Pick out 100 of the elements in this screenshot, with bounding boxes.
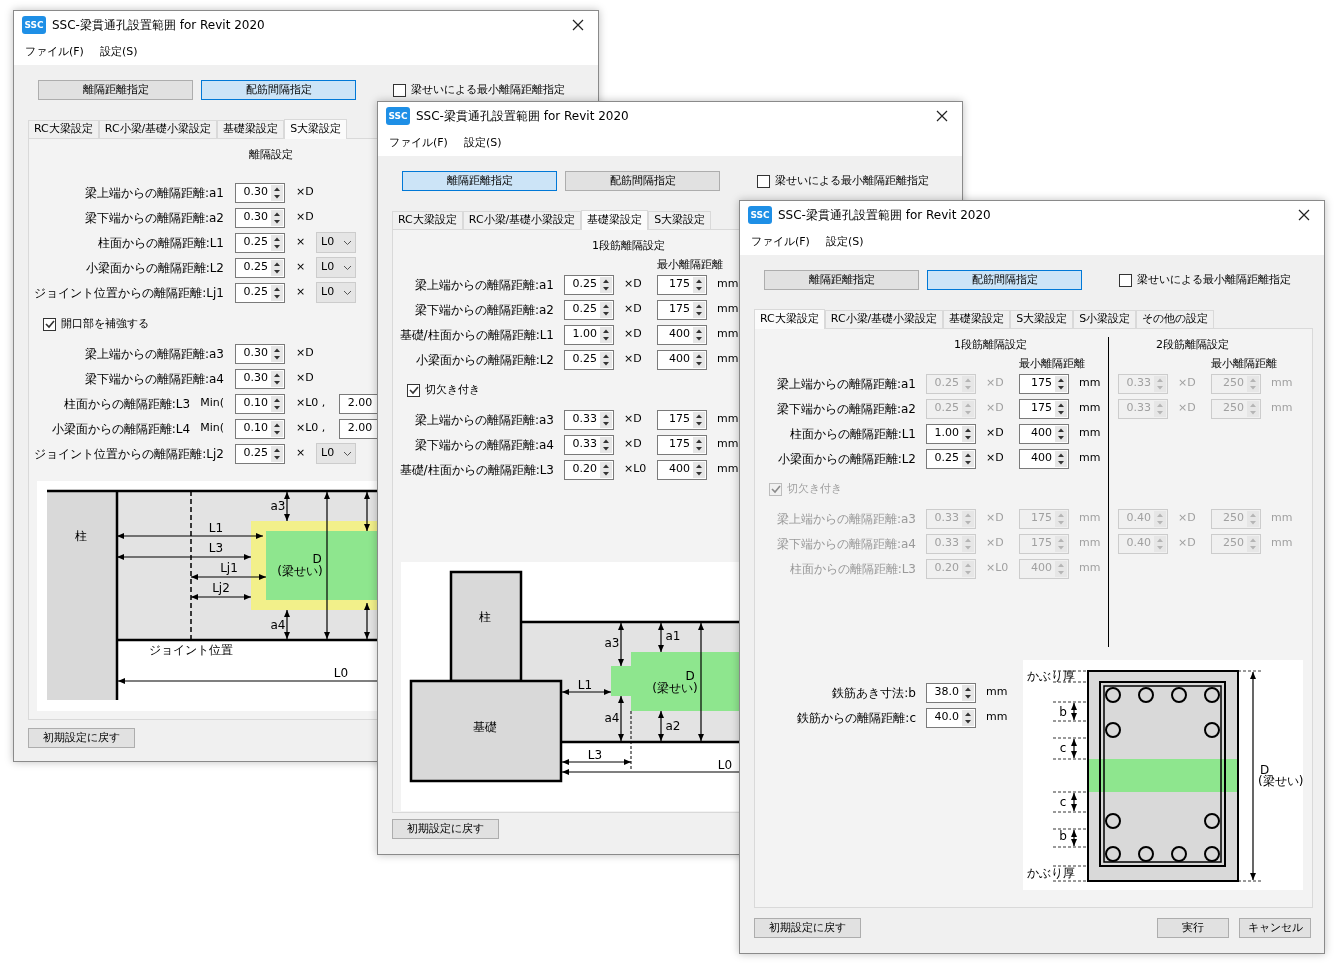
spinner-icon[interactable] (271, 445, 283, 462)
spinner-icon[interactable] (1055, 425, 1067, 442)
spinner-icon[interactable] (271, 370, 283, 387)
checkbox[interactable] (407, 383, 420, 397)
menu-item[interactable]: ファイル(F) (22, 43, 87, 61)
number-field[interactable]: 40.0 (926, 707, 976, 728)
number-field[interactable]: 400 (657, 459, 707, 480)
number-field[interactable]: 175 (657, 299, 707, 320)
number-field[interactable]: 0.25 (564, 274, 614, 295)
number-field[interactable]: 175 (657, 409, 707, 430)
spinner-icon[interactable] (271, 345, 283, 362)
number-field[interactable]: 0.10 (235, 418, 285, 439)
number-field[interactable]: 400 (657, 349, 707, 370)
mode-button[interactable]: 配筋間隔指定 (201, 80, 356, 100)
checkbox[interactable] (1119, 273, 1132, 287)
menu-item[interactable]: 設定(S) (460, 134, 505, 152)
spinner-icon[interactable] (600, 301, 612, 318)
number-field[interactable]: 0.25 (235, 257, 285, 278)
tab[interactable]: S小梁設定 (1073, 310, 1137, 328)
spinner-icon[interactable] (271, 209, 283, 226)
mode-button[interactable]: 離隔距離指定 (764, 270, 919, 290)
dropdown[interactable]: L0 (316, 257, 356, 278)
mode-button[interactable]: 配筋間隔指定 (927, 270, 1082, 290)
number-field[interactable]: 0.30 (235, 343, 285, 364)
tab[interactable]: 基礎梁設定 (581, 210, 649, 230)
action-button[interactable]: キャンセル (1239, 918, 1311, 938)
number-field[interactable]: 0.30 (235, 368, 285, 389)
tab[interactable]: RC小梁/基礎小梁設定 (462, 211, 582, 229)
number-field[interactable]: 38.0 (926, 682, 976, 703)
number-field[interactable]: 0.25 (235, 282, 285, 303)
spinner-icon[interactable] (1055, 375, 1067, 392)
tab[interactable]: RC小梁/基礎小梁設定 (98, 120, 218, 138)
number-field[interactable]: 0.25 (926, 448, 976, 469)
spinner-icon[interactable] (693, 326, 705, 343)
number-field[interactable]: 400 (1019, 448, 1069, 469)
number-field[interactable]: 0.25 (564, 299, 614, 320)
tab[interactable]: RC大梁設定 (754, 309, 825, 329)
spinner-icon[interactable] (693, 301, 705, 318)
spinner-icon[interactable] (693, 461, 705, 478)
spinner-icon[interactable] (271, 234, 283, 251)
spinner-icon[interactable] (271, 184, 283, 201)
mode-button[interactable]: 離隔距離指定 (38, 80, 193, 100)
spinner-icon[interactable] (962, 425, 974, 442)
checkbox[interactable] (393, 83, 406, 97)
spinner-icon[interactable] (693, 411, 705, 428)
number-field[interactable]: 1.00 (564, 324, 614, 345)
tab[interactable]: その他の設定 (1136, 310, 1215, 328)
spinner-icon[interactable] (600, 461, 612, 478)
spinner-icon[interactable] (962, 684, 974, 701)
number-field[interactable]: 0.30 (235, 207, 285, 228)
number-field[interactable]: 0.33 (564, 409, 614, 430)
number-field[interactable]: 175 (1019, 373, 1069, 394)
number-field[interactable]: 0.10 (235, 393, 285, 414)
spinner-icon[interactable] (693, 276, 705, 293)
number-field[interactable]: 175 (657, 274, 707, 295)
spinner-icon[interactable] (271, 395, 283, 412)
tab[interactable]: RC小梁/基礎小梁設定 (824, 310, 944, 328)
mode-button[interactable]: 配筋間隔指定 (565, 171, 720, 191)
checkbox[interactable] (43, 317, 56, 331)
spinner-icon[interactable] (600, 351, 612, 368)
spinner-icon[interactable] (600, 326, 612, 343)
spinner-icon[interactable] (271, 259, 283, 276)
reset-button[interactable]: 初期設定に戻す (754, 918, 861, 938)
reset-button[interactable]: 初期設定に戻す (28, 728, 135, 748)
dropdown[interactable]: L0 (316, 443, 356, 464)
spinner-icon[interactable] (962, 450, 974, 467)
menu-item[interactable]: ファイル(F) (748, 233, 813, 251)
dropdown[interactable]: L0 (316, 232, 356, 253)
spinner-icon[interactable] (1055, 450, 1067, 467)
checkbox[interactable] (757, 174, 770, 188)
number-field[interactable]: 0.25 (235, 232, 285, 253)
number-field[interactable]: 0.20 (564, 459, 614, 480)
number-field[interactable]: 1.00 (926, 423, 976, 444)
mode-button[interactable]: 離隔距離指定 (402, 171, 557, 191)
menu-item[interactable]: 設定(S) (822, 233, 867, 251)
number-field[interactable]: 2.00 (339, 418, 379, 439)
spinner-icon[interactable] (600, 411, 612, 428)
number-field[interactable]: 2.00 (339, 393, 379, 414)
tab[interactable]: 基礎梁設定 (217, 120, 285, 138)
tab[interactable]: RC大梁設定 (392, 211, 463, 229)
menu-item[interactable]: 設定(S) (96, 43, 141, 61)
spinner-icon[interactable] (600, 276, 612, 293)
tab[interactable]: S大梁設定 (1010, 310, 1074, 328)
tab[interactable]: S大梁設定 (284, 119, 348, 139)
number-field[interactable]: 175 (657, 434, 707, 455)
spinner-icon[interactable] (693, 351, 705, 368)
tab[interactable]: RC大梁設定 (28, 120, 99, 138)
reset-button[interactable]: 初期設定に戻す (392, 819, 499, 839)
dropdown[interactable]: L0 (316, 282, 356, 303)
number-field[interactable]: 175 (1019, 398, 1069, 419)
number-field[interactable]: 400 (657, 324, 707, 345)
spinner-icon[interactable] (962, 709, 974, 726)
tab[interactable]: S大梁設定 (648, 211, 712, 229)
spinner-icon[interactable] (1055, 400, 1067, 417)
spinner-icon[interactable] (271, 284, 283, 301)
number-field[interactable]: 0.25 (564, 349, 614, 370)
spinner-icon[interactable] (600, 436, 612, 453)
number-field[interactable]: 0.25 (235, 443, 285, 464)
spinner-icon[interactable] (271, 420, 283, 437)
number-field[interactable]: 400 (1019, 423, 1069, 444)
